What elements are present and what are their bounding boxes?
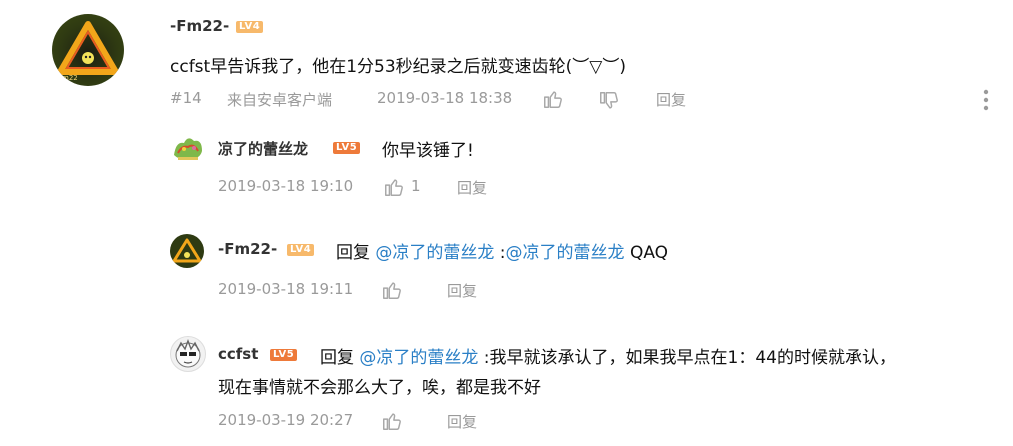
post-content: ccfst早告诉我了，他在1分53秒纪录之后就变速齿轮(︶▽︶) [170,57,626,77]
reply-separator: : [494,243,506,263]
like-icon[interactable] [381,410,403,432]
reply-text-line2: 现在事情就不会那么大了，唉，都是我不好 [218,378,541,398]
reply-tail: QAQ [624,243,669,263]
more-options-icon[interactable] [980,88,992,112]
reply-username[interactable]: -Fm22- [218,240,277,258]
avatar[interactable] [170,133,206,163]
mention-link[interactable]: @凉了的蕾丝龙 [375,243,494,263]
mention-link[interactable]: @凉了的蕾丝龙 [506,243,625,263]
like-icon[interactable] [381,279,403,301]
reply-button[interactable]: 回复 [457,177,487,198]
reply-button[interactable]: 回复 [447,280,477,301]
reply-content: 你早该锤了! [382,141,474,161]
avatar[interactable]: Fm22 [52,14,124,86]
reply-text-line1: :我早就该承认了，如果我早点在1：44的时候就承认， [478,348,896,368]
like-icon[interactable] [383,176,405,198]
reply-timestamp: 2019-03-18 19:11 [218,280,354,298]
like-count: 1 [411,177,421,195]
avatar[interactable] [170,234,204,268]
level-badge: LV4 [236,21,264,33]
avatar-text: Fm22 [58,74,78,82]
dislike-icon[interactable] [598,90,620,112]
mention-link[interactable]: @凉了的蕾丝龙 [359,348,478,368]
reply-content: 回复 @凉了的蕾丝龙 :我早就该承认了，如果我早点在1：44的时候就承认， [320,343,896,368]
reply-button[interactable]: 回复 [656,89,686,110]
reply-prefix: 回复 [336,243,370,263]
reply-prefix: 回复 [320,348,354,368]
post-timestamp: 2019-03-18 18:38 [377,89,513,107]
level-badge: LV4 [287,244,315,256]
post-source: 来自安卓客户端 [227,91,333,109]
reply-timestamp: 2019-03-19 20:27 [218,411,354,429]
level-badge: LV5 [333,142,361,154]
level-badge: LV5 [270,349,298,361]
reply-button[interactable]: 回复 [447,411,477,432]
reply-username[interactable]: ccfst [218,345,258,363]
reply-content: 回复 @凉了的蕾丝龙 :@凉了的蕾丝龙 QAQ [336,238,668,263]
like-icon[interactable] [542,88,564,110]
floor-number: #14 [170,89,202,107]
avatar[interactable] [170,336,206,372]
reply-username[interactable]: 凉了的蕾丝龙 [218,138,308,159]
post-username[interactable]: -Fm22- [170,17,229,35]
reply-timestamp: 2019-03-18 19:10 [218,177,354,195]
